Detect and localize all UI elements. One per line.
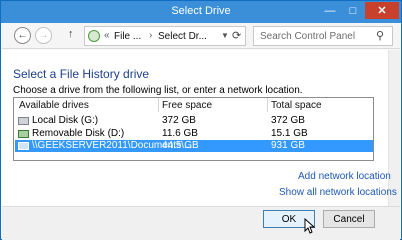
drive-row-local-disk[interactable]: Local Disk (G:) 372 GB 372 GB (15, 115, 373, 127)
up-arrow-icon[interactable]: ↑ (68, 28, 74, 40)
navigation-bar: ← → ↑ « File ... › Select Dr... ▼ ⟳ Sear… (2, 23, 400, 49)
drive-total-space: 931 GB (271, 140, 305, 151)
drive-total-space: 15.1 GB (271, 128, 308, 139)
column-header-total-space[interactable]: Total space (271, 100, 322, 111)
control-panel-icon (88, 30, 100, 42)
drive-total-space: 372 GB (271, 115, 305, 126)
drive-list[interactable]: Available drives Free space Total space … (13, 97, 374, 161)
drive-row-removable-disk[interactable]: Removable Disk (D:) 11.6 GB 15.1 GB (15, 128, 373, 140)
forward-button[interactable]: → (35, 27, 52, 44)
drive-name: Removable Disk (D:) (32, 128, 125, 139)
window-title: Select Drive (171, 5, 231, 17)
breadcrumb-file-history[interactable]: File ... (114, 31, 141, 42)
add-network-location-link[interactable]: Add network location (298, 171, 391, 182)
select-drive-dialog: Select Drive — □ ✕ ← → ↑ « File ... › Se… (0, 0, 402, 240)
breadcrumb-overflow-icon[interactable]: « (104, 30, 110, 41)
scrollbar[interactable] (388, 50, 400, 206)
column-divider[interactable] (267, 98, 268, 112)
minimize-button[interactable]: — (319, 3, 341, 19)
network-drive-icon (18, 142, 29, 150)
close-button[interactable]: ✕ (365, 2, 399, 19)
mouse-cursor-icon (304, 218, 316, 234)
maximize-button[interactable]: □ (342, 3, 364, 19)
drive-free-space: 11.6 GB (162, 128, 198, 139)
chevron-down-icon[interactable]: ▼ (221, 31, 229, 40)
show-all-network-locations-link[interactable]: Show all network locations (279, 187, 397, 198)
column-header-drives[interactable]: Available drives (19, 100, 89, 111)
refresh-icon[interactable]: ⟳ (232, 29, 241, 42)
drive-row-network-location[interactable]: \\GEEKSERVER2011\Documents\... 44.5 GB 9… (15, 140, 373, 152)
removable-drive-icon (18, 130, 29, 138)
instruction-text: Choose a drive from the following list, … (13, 85, 303, 96)
title-bar[interactable]: Select Drive — □ ✕ (1, 1, 401, 23)
back-button[interactable]: ← (14, 27, 31, 44)
drive-free-space: 372 GB (162, 115, 196, 126)
search-placeholder: Search Control Panel (260, 31, 356, 42)
drive-free-space: 44.5 GB (162, 140, 199, 151)
address-bar[interactable]: « File ... › Select Dr... ▼ ⟳ (84, 26, 246, 46)
page-title: Select a File History drive (13, 67, 150, 81)
drive-name: Local Disk (G:) (32, 115, 99, 126)
cancel-button[interactable]: Cancel (323, 210, 375, 228)
breadcrumb-select-drive[interactable]: Select Dr... (158, 31, 207, 42)
breadcrumb-separator-icon: › (149, 30, 153, 41)
column-header-free-space[interactable]: Free space (162, 100, 212, 111)
search-input[interactable]: Search Control Panel ⚲ (253, 26, 393, 46)
search-icon[interactable]: ⚲ (376, 29, 384, 42)
hard-drive-icon (18, 117, 29, 125)
column-divider[interactable] (158, 98, 159, 112)
